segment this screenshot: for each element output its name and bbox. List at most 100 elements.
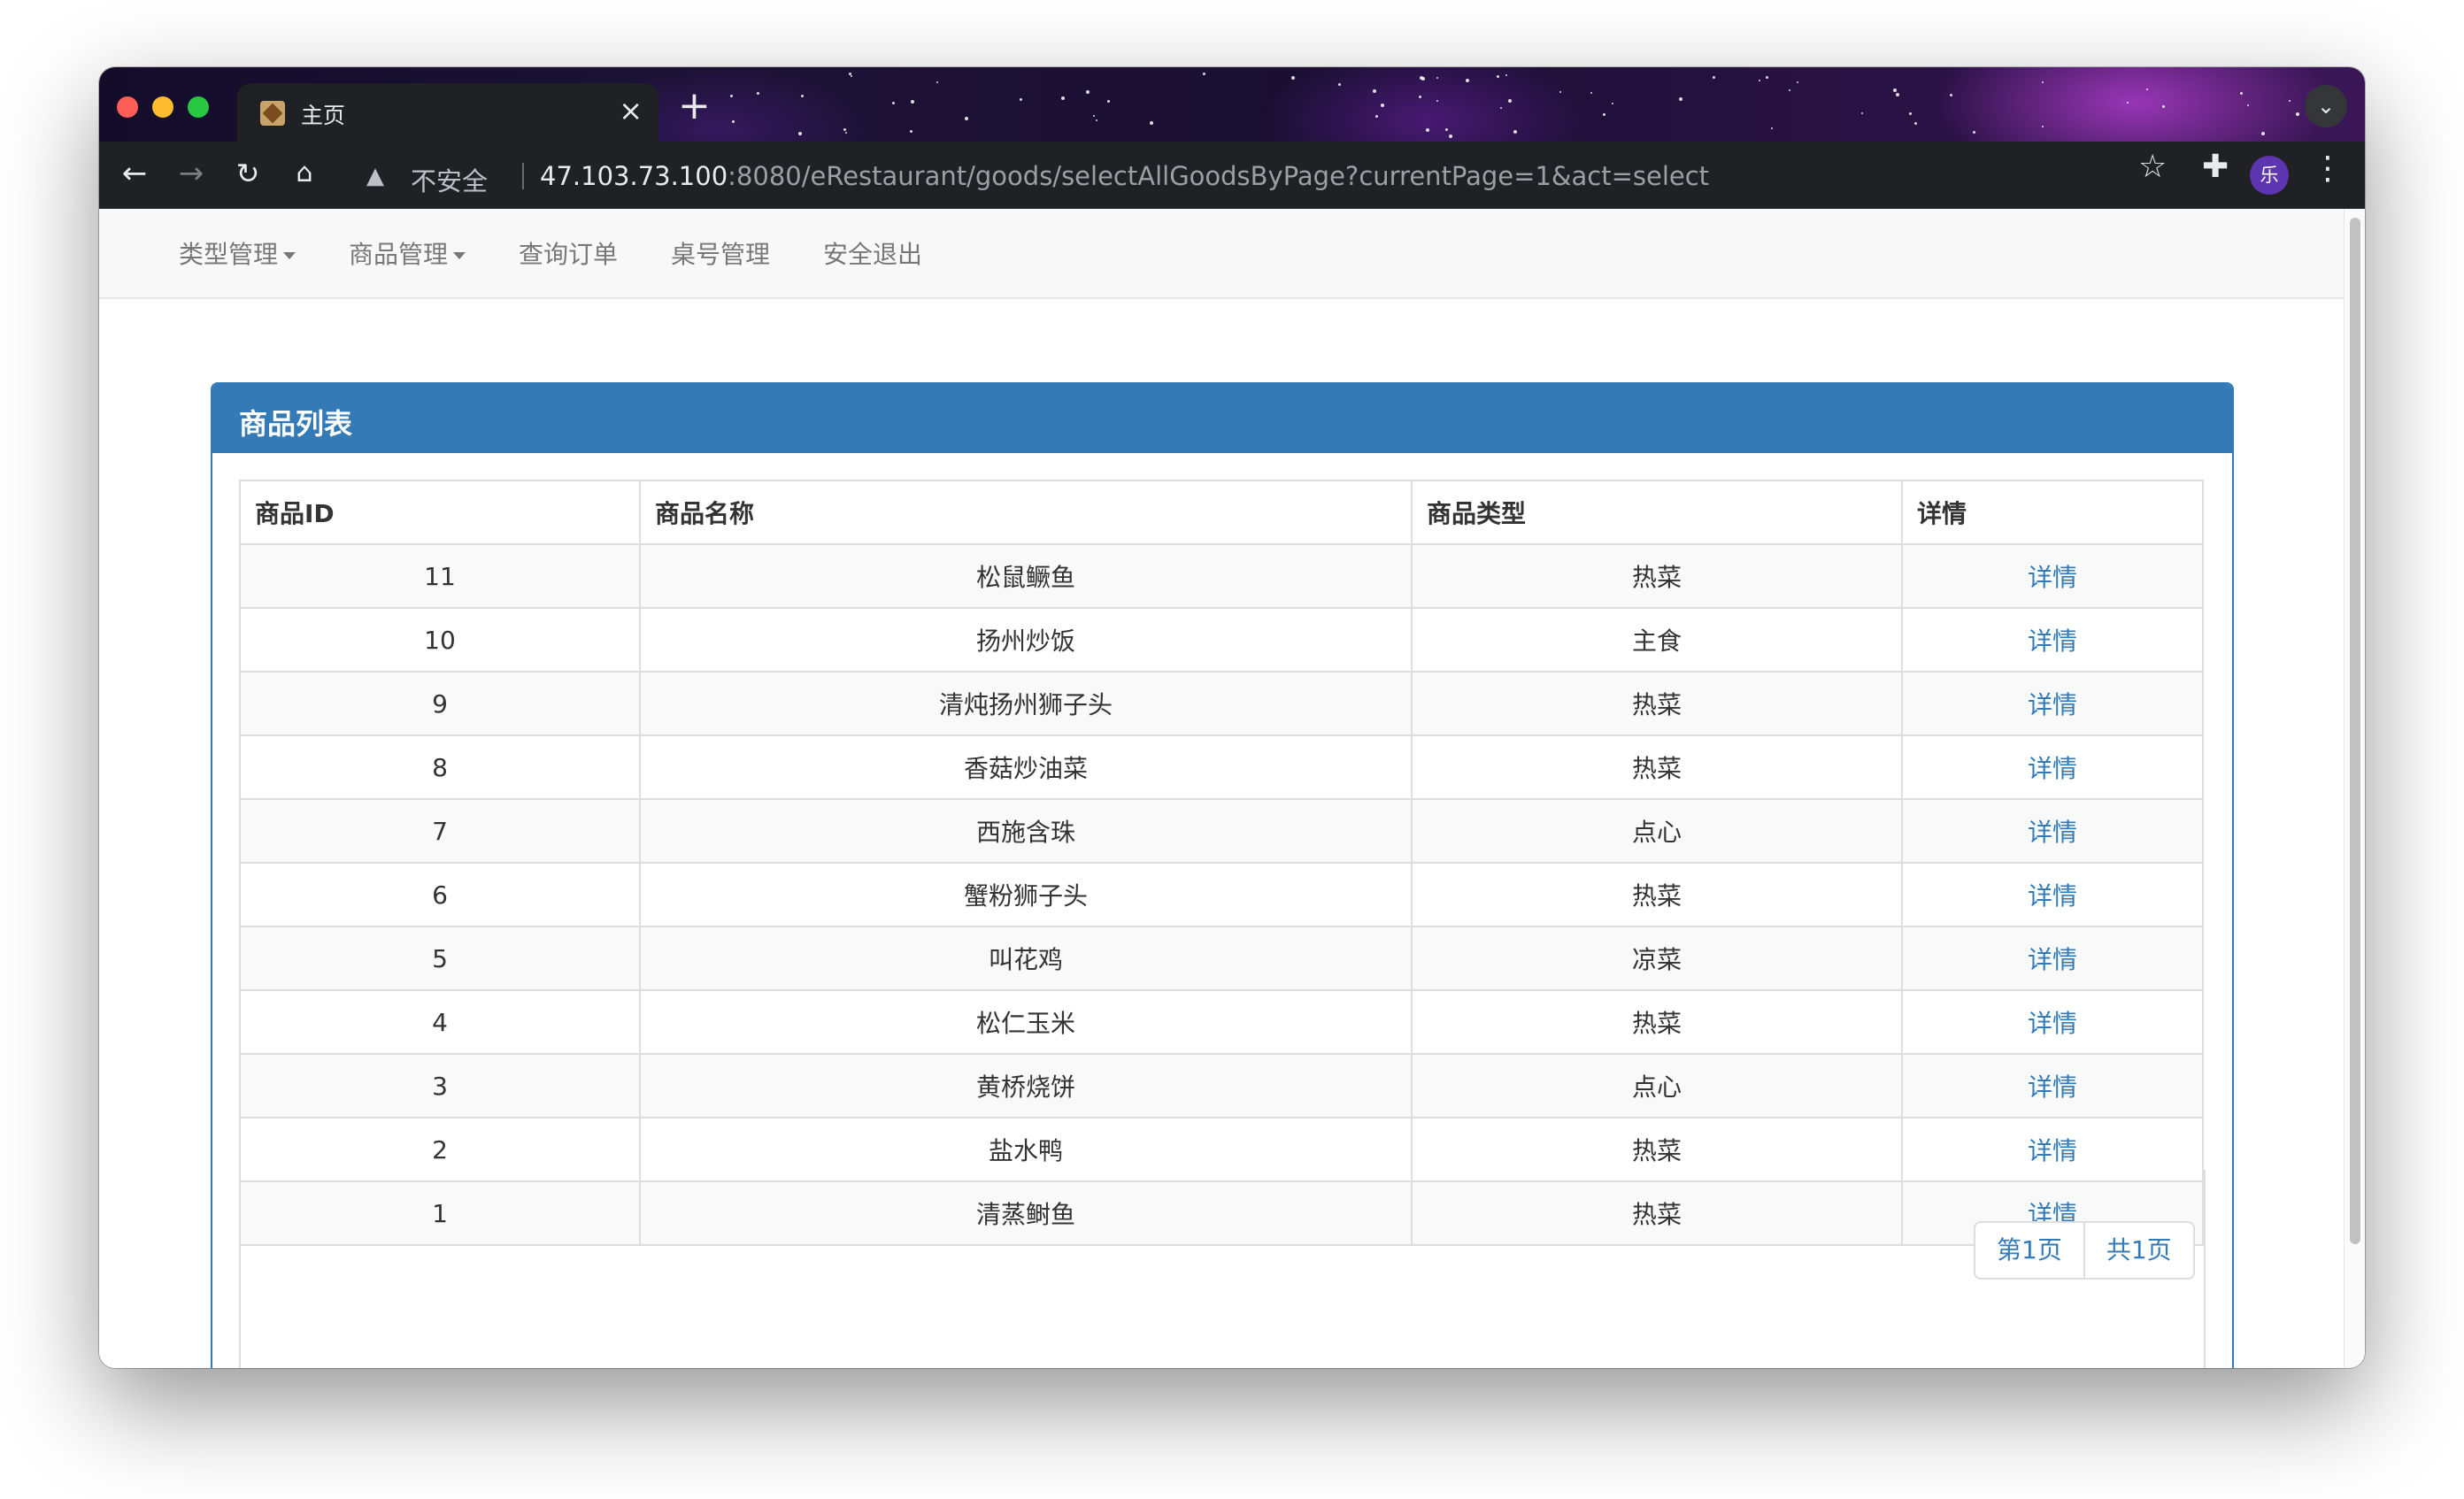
goods-type-cell: 热菜 — [1411, 671, 1903, 736]
top-navbar: 类型管理 商品管理 查询订单 桌号管理 安全退出 — [99, 209, 2344, 299]
minimize-window-button[interactable] — [152, 96, 173, 118]
insecure-label[interactable]: 不安全 — [411, 161, 488, 198]
star-decoration — [1559, 91, 1561, 94]
goods-name-cell: 扬州炒饭 — [639, 607, 1413, 673]
goods-name-cell: 香菇炒油菜 — [639, 734, 1413, 800]
table-row: 3 黄桥烧饼 点心 详情 — [239, 1053, 2204, 1118]
table-row: 9 清炖扬州狮子头 热菜 详情 — [239, 671, 2204, 736]
goods-id-cell: 5 — [239, 926, 641, 991]
star-decoration — [1499, 107, 1502, 110]
detail-link[interactable]: 详情 — [1901, 1053, 2204, 1118]
forward-arrow-icon[interactable]: → — [172, 154, 211, 193]
table-row: 10 扬州炒饭 主食 详情 — [239, 607, 2204, 673]
table-row: 5 叫花鸡 凉菜 详情 — [239, 926, 2204, 991]
reload-icon[interactable]: ↻ — [228, 154, 267, 193]
warning-icon[interactable]: ▲ — [366, 163, 384, 189]
star-decoration — [1789, 88, 1791, 91]
star-decoration — [1713, 76, 1716, 80]
back-arrow-icon[interactable]: ← — [115, 154, 154, 193]
avatar[interactable]: 乐 — [2250, 156, 2289, 195]
nav-goods-management[interactable]: 商品管理 — [349, 235, 466, 271]
tab-title: 主页 — [301, 103, 346, 128]
tab-search-icon[interactable]: ⌄ — [2305, 85, 2347, 127]
detail-link[interactable]: 详情 — [1901, 926, 2204, 991]
star-decoration — [851, 75, 853, 78]
star-decoration — [2146, 88, 2149, 90]
goods-name-cell: 松仁玉米 — [639, 989, 1413, 1055]
close-window-button[interactable] — [117, 96, 138, 118]
nav-table-management[interactable]: 桌号管理 — [671, 235, 770, 271]
nav-type-management-label: 类型管理 — [179, 240, 279, 269]
detail-link[interactable]: 详情 — [1901, 862, 2204, 927]
table-header-row: 商品ID 商品名称 商品类型 详情 — [239, 480, 2204, 545]
detail-link[interactable]: 详情 — [1901, 543, 2204, 609]
star-decoration — [1373, 89, 1377, 94]
caret-down-icon — [453, 252, 466, 259]
table-row: 6 蟹粉狮子头 热菜 详情 — [239, 862, 2204, 927]
detail-link[interactable]: 详情 — [1901, 989, 2204, 1055]
favicon-icon — [260, 101, 285, 126]
url-host: 47.103.73.100 — [540, 161, 728, 191]
url-path: :8080/eRestaurant/goods/selectAllGoodsBy… — [728, 161, 1710, 191]
puzzle-icon[interactable]: ✚ — [2202, 149, 2229, 185]
nav-goods-management-label: 商品管理 — [349, 240, 449, 269]
detail-link[interactable]: 详情 — [1901, 798, 2204, 864]
star-decoration — [2240, 92, 2244, 96]
star-decoration — [1770, 127, 1773, 130]
close-tab-icon[interactable]: × — [619, 95, 643, 127]
maximize-window-button[interactable] — [188, 96, 209, 118]
table-row: 4 松仁玉米 热菜 详情 — [239, 989, 2204, 1055]
goods-type-cell: 主食 — [1411, 607, 1903, 673]
star-decoration — [2041, 81, 2044, 84]
goods-name-cell: 松鼠鳜鱼 — [639, 543, 1413, 609]
tab-home[interactable]: 主页 × — [237, 83, 658, 142]
star-decoration — [1759, 80, 1761, 82]
star-decoration — [1061, 96, 1066, 101]
star-decoration — [1093, 114, 1096, 117]
star-decoration — [892, 102, 896, 105]
detail-link[interactable]: 详情 — [1901, 671, 2204, 736]
star-decoration — [911, 99, 915, 104]
goods-id-cell: 4 — [239, 989, 641, 1055]
star-decoration — [1679, 96, 1683, 101]
nav-query-orders[interactable]: 查询订单 — [519, 235, 618, 271]
goods-id-cell: 10 — [239, 607, 641, 673]
star-decoration — [2042, 126, 2044, 128]
star-decoration — [1602, 113, 1605, 117]
more-vertical-icon[interactable]: ⋮ — [2312, 150, 2344, 187]
star-decoration — [1449, 134, 1453, 138]
goods-name-cell: 蟹粉狮子头 — [639, 862, 1413, 927]
new-tab-icon[interactable]: + — [678, 87, 711, 126]
star-decoration — [845, 131, 848, 134]
goods-table: 商品ID 商品名称 商品类型 详情 11 松鼠鳜鱼 热菜 详情 10 扬州炒饭 主食 详情 9 清… — [239, 480, 2204, 1246]
header-goods-id: 商品ID — [239, 480, 641, 545]
current-page-button[interactable]: 第1页 — [1974, 1221, 2085, 1280]
browser-window: 主页 × + ⌄ ← → ↻ ⌂ ▲ 不安全 47.103.73.100:808… — [99, 67, 2365, 1368]
goods-type-cell: 热菜 — [1411, 989, 1903, 1055]
star-decoration — [1445, 127, 1449, 131]
address-bar[interactable]: ▲ 不安全 47.103.73.100:8080/eRestaurant/goo… — [349, 152, 2204, 198]
star-decoration — [1611, 103, 1613, 105]
star-decoration — [757, 91, 760, 95]
goods-type-cell: 热菜 — [1411, 734, 1903, 800]
star-decoration — [1096, 119, 1098, 121]
star-decoration — [843, 128, 847, 132]
star-icon[interactable]: ☆ — [2138, 149, 2167, 185]
star-decoration — [1496, 74, 1499, 78]
home-icon[interactable]: ⌂ — [285, 154, 324, 193]
detail-link[interactable]: 详情 — [1901, 607, 2204, 673]
goods-type-cell: 凉菜 — [1411, 926, 1903, 991]
star-decoration — [1149, 120, 1153, 125]
star-decoration — [936, 81, 938, 84]
star-decoration — [965, 117, 968, 121]
total-pages-button[interactable]: 共1页 — [2084, 1221, 2195, 1280]
url-text[interactable]: 47.103.73.100:8080/eRestaurant/goods/sel… — [540, 161, 1709, 191]
detail-link[interactable]: 详情 — [1901, 734, 2204, 800]
tab-strip: 主页 × + ⌄ — [99, 67, 2365, 142]
nav-type-management[interactable]: 类型管理 — [179, 235, 296, 271]
nav-logout[interactable]: 安全退出 — [823, 235, 922, 271]
scrollbar-thumb[interactable] — [2350, 218, 2360, 1244]
goods-name-cell: 黄桥烧饼 — [639, 1053, 1413, 1118]
star-decoration — [1893, 88, 1898, 92]
star-decoration — [1020, 98, 1023, 102]
